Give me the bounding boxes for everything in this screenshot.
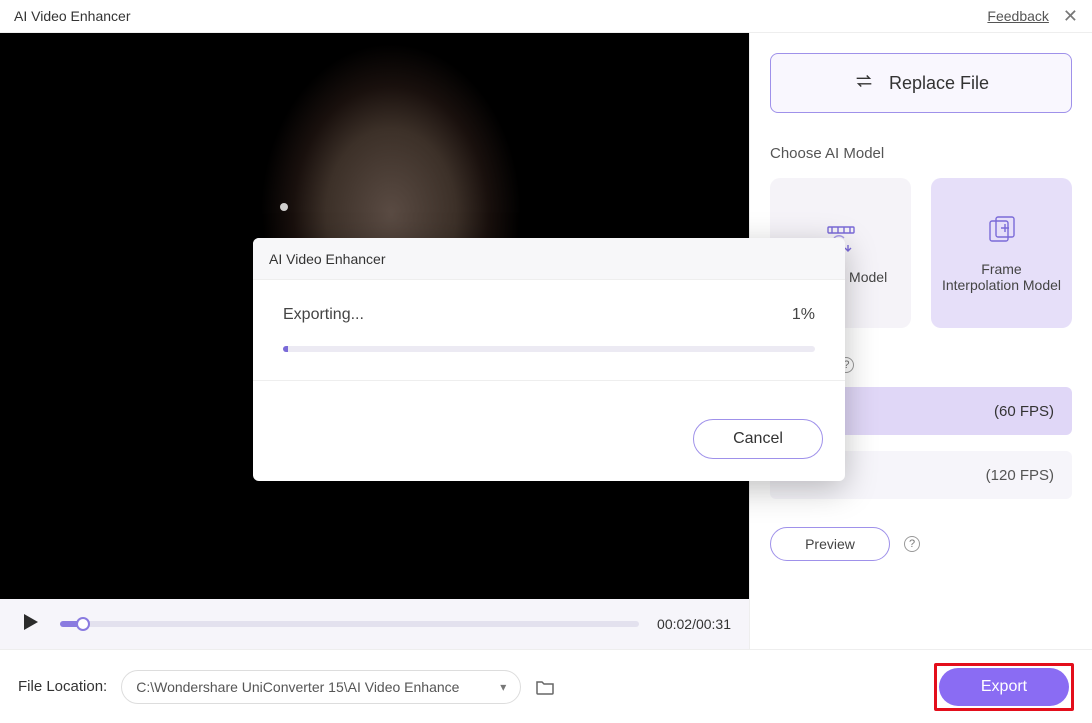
export-progress-fill	[283, 346, 288, 352]
cancel-label: Cancel	[733, 430, 783, 448]
fps-option-60-fps: (60 FPS)	[994, 403, 1054, 420]
modal-title: AI Video Enhancer	[253, 238, 845, 280]
export-highlight: Export	[934, 663, 1074, 711]
export-label: Export	[981, 678, 1027, 696]
file-location-path: C:\Wondershare UniConverter 15\AI Video …	[136, 679, 459, 695]
preview-label: Preview	[805, 536, 855, 552]
fps-option-120-fps: (120 FPS)	[986, 467, 1054, 484]
export-percent: 1%	[792, 306, 815, 324]
cancel-button[interactable]: Cancel	[693, 419, 823, 459]
player-bar: 00:02/00:31	[0, 599, 749, 649]
swap-icon	[853, 70, 875, 97]
play-icon	[18, 610, 42, 634]
footer: File Location: C:\Wondershare UniConvert…	[0, 650, 1092, 723]
feedback-link[interactable]: Feedback	[987, 8, 1048, 24]
seek-slider[interactable]	[60, 621, 639, 627]
model-frame-interp-label: Frame Interpolation Model	[941, 261, 1062, 293]
frame-interpolation-icon	[985, 213, 1019, 247]
preview-row: Preview ?	[770, 527, 1072, 561]
file-location-label: File Location:	[18, 678, 107, 695]
export-modal: AI Video Enhancer Exporting... 1% Cancel	[253, 238, 845, 481]
open-folder-button[interactable]	[535, 678, 555, 696]
play-button[interactable]	[18, 610, 42, 639]
model-card-frame-interpolation[interactable]: Frame Interpolation Model	[931, 178, 1072, 328]
choose-model-heading: Choose AI Model	[770, 145, 1072, 162]
modal-divider	[253, 380, 845, 381]
preview-button[interactable]: Preview	[770, 527, 890, 561]
app-title: AI Video Enhancer	[14, 8, 131, 24]
titlebar: AI Video Enhancer Feedback ✕	[0, 0, 1092, 33]
seek-thumb[interactable]	[76, 617, 90, 631]
chevron-down-icon: ▾	[500, 680, 506, 694]
replace-file-button[interactable]: Replace File	[770, 53, 1072, 113]
file-location-select[interactable]: C:\Wondershare UniConverter 15\AI Video …	[121, 670, 521, 704]
export-progress	[283, 346, 815, 352]
preview-help-icon[interactable]: ?	[904, 536, 920, 552]
close-icon[interactable]: ✕	[1063, 7, 1078, 25]
export-button[interactable]: Export	[939, 668, 1069, 706]
time-display: 00:02/00:31	[657, 616, 731, 632]
folder-icon	[535, 678, 555, 696]
replace-file-label: Replace File	[889, 73, 989, 94]
export-status: Exporting...	[283, 306, 364, 324]
